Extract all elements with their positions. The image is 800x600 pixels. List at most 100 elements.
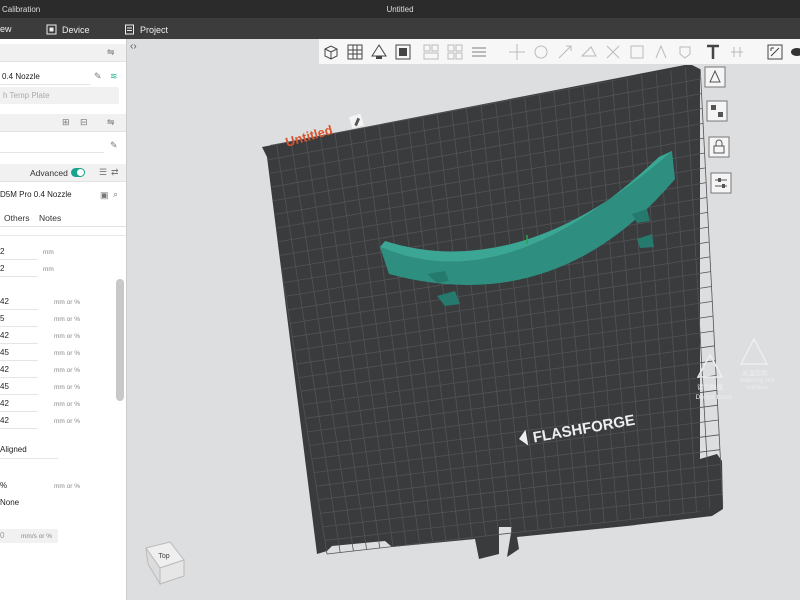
- printer-section-header: ⇋: [0, 44, 126, 62]
- param-row[interactable]: 45 mm or %: [0, 346, 126, 361]
- printer-select[interactable]: 0.4 Nozzle ✎ ≋: [0, 71, 126, 85]
- menu-project-label: Project: [140, 24, 169, 35]
- param-unit: mm or %: [54, 299, 80, 306]
- search-icon[interactable]: ⌕: [113, 189, 118, 200]
- tab-others[interactable]: Others: [4, 213, 30, 223]
- seam-paint-icon[interactable]: [675, 42, 695, 62]
- filament-settings-icon[interactable]: ⇋: [107, 117, 115, 128]
- process-profile-label: D5M Pro 0.4 Nozzle: [0, 190, 72, 199]
- more-menu-icon[interactable]: [789, 42, 800, 62]
- cut-icon[interactable]: [603, 42, 623, 62]
- param-row[interactable]: 45 mm or %: [0, 380, 126, 395]
- arrange-plate-icon[interactable]: [706, 100, 728, 122]
- measure-icon[interactable]: [727, 42, 747, 62]
- menu-project[interactable]: Project: [124, 24, 168, 35]
- warn1-en: Do not touch: [696, 394, 733, 401]
- lay-on-face-icon[interactable]: [579, 42, 599, 62]
- mesh-boolean-icon[interactable]: [627, 42, 647, 62]
- param-unit: mm: [43, 266, 54, 273]
- param-value: 42: [0, 399, 9, 408]
- param-value: 45: [0, 382, 9, 391]
- param-row[interactable]: 42 mm or %: [0, 295, 126, 310]
- remove-filament-icon[interactable]: ⊟: [80, 117, 88, 128]
- seam-value: Aligned: [0, 445, 27, 454]
- param-unit: mm or %: [54, 384, 80, 391]
- param-row[interactable]: 42 mm or %: [0, 363, 126, 378]
- edit-plate-name-icon[interactable]: [349, 113, 364, 129]
- param-value: 2: [0, 264, 5, 273]
- param-value: 42: [0, 331, 9, 340]
- add-plate-icon[interactable]: [345, 42, 365, 62]
- param-value: 2: [0, 247, 5, 256]
- settings-sidebar: ⇋ 0.4 Nozzle ✎ ≋ h Temp Plate ⊞ ⊟ ⇋ ✎ Ad…: [0, 39, 127, 600]
- param-row[interactable]: 2 mm: [0, 245, 126, 260]
- tab-notes[interactable]: Notes: [39, 213, 61, 223]
- add-filament-icon[interactable]: ⊞: [62, 117, 70, 128]
- edit-printer-icon[interactable]: ✎: [94, 71, 102, 82]
- wifi-icon[interactable]: ≋: [110, 71, 118, 82]
- layers-icon[interactable]: [469, 42, 489, 62]
- param-row[interactable]: 2 mm: [0, 262, 126, 277]
- split-parts-icon[interactable]: [445, 42, 465, 62]
- filament-section-header: ⊞ ⊟ ⇋: [0, 114, 126, 132]
- title-bar: Calibration Untitled: [0, 0, 800, 18]
- auto-orient-icon[interactable]: [369, 42, 389, 62]
- param-row-speed[interactable]: 0 mm/s or %: [0, 529, 58, 543]
- text-tool-icon[interactable]: [703, 42, 723, 62]
- lock-plate-icon[interactable]: [708, 136, 730, 158]
- param-row[interactable]: 5 mm or %: [0, 312, 126, 327]
- menu-view-label: ew: [0, 24, 12, 34]
- param-row-pct[interactable]: % mm or %: [0, 479, 126, 493]
- param-value: 5: [0, 314, 5, 323]
- hot-surface-warning: 高温危险 Warning hot surface: [740, 337, 775, 391]
- device-icon: [46, 24, 57, 35]
- param-unit: mm or %: [54, 316, 80, 323]
- support-paint-icon[interactable]: [651, 42, 671, 62]
- menu-view[interactable]: ew: [0, 24, 12, 34]
- save-profile-icon[interactable]: ▣: [100, 190, 109, 201]
- project-icon: [125, 24, 134, 35]
- edit-filament-icon[interactable]: ✎: [110, 140, 118, 151]
- none-select[interactable]: None: [0, 496, 126, 510]
- advanced-toggle[interactable]: [71, 168, 85, 177]
- warn2-cn: 高温危险: [742, 368, 769, 377]
- move-icon[interactable]: [507, 42, 527, 62]
- arrange-icon[interactable]: [393, 42, 413, 62]
- param-unit: mm or %: [54, 333, 80, 340]
- printer-settings-icon[interactable]: ⇋: [107, 47, 115, 58]
- view-cube[interactable]: Top: [140, 538, 192, 588]
- menu-device-label: Device: [62, 24, 90, 35]
- window-title: Untitled: [386, 5, 414, 14]
- process-compare-icon[interactable]: ⇄: [111, 167, 119, 178]
- filament-row[interactable]: ✎: [0, 139, 126, 153]
- param-unit: mm or %: [54, 401, 80, 408]
- param-row[interactable]: 42 mm or %: [0, 329, 126, 344]
- split-objects-icon[interactable]: [421, 42, 441, 62]
- param-pct-unit: mm or %: [54, 483, 80, 490]
- view-cube-face: Top: [158, 553, 169, 560]
- plate-settings-icon[interactable]: [710, 172, 732, 194]
- param-value: 45: [0, 348, 9, 357]
- sidebar-scrollbar[interactable]: [116, 279, 124, 401]
- menu-device[interactable]: Device: [46, 24, 90, 35]
- do-not-touch-warning: 请勿触摸 Do not touch: [696, 353, 733, 401]
- plate-type-label: h Temp Plate: [3, 91, 50, 100]
- orient-plate-icon[interactable]: [704, 66, 726, 88]
- plate-toolbar: [700, 64, 732, 204]
- plate-select[interactable]: h Temp Plate: [0, 87, 119, 104]
- param-unit: mm or %: [54, 350, 80, 357]
- menu-bar: ew Device Project: [0, 18, 800, 39]
- process-profile-select[interactable]: D5M Pro 0.4 Nozzle ▣ ⌕: [0, 189, 126, 203]
- param-row[interactable]: 42 mm or %: [0, 414, 126, 429]
- rotate-icon[interactable]: [531, 42, 551, 62]
- assembly-view-icon[interactable]: [765, 42, 785, 62]
- process-list-icon[interactable]: ☰: [99, 167, 107, 178]
- add-model-icon[interactable]: [321, 42, 341, 62]
- process-section-header: Advanced ☰ ⇄: [0, 164, 126, 182]
- param-row[interactable]: 42 mm or %: [0, 397, 126, 412]
- scale-icon[interactable]: [555, 42, 575, 62]
- none-value: None: [0, 498, 20, 507]
- speed-value: 0: [0, 531, 5, 540]
- seam-select[interactable]: Aligned: [0, 443, 126, 459]
- process-tabs: Others Notes: [0, 211, 126, 227]
